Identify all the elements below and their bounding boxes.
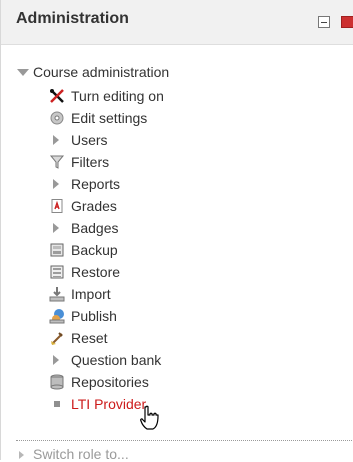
nav-item-label: Publish xyxy=(71,308,117,324)
block-title: Administration xyxy=(16,10,129,27)
nav-item-reports[interactable]: Reports xyxy=(49,174,349,196)
chevron-right-icon xyxy=(53,179,59,189)
bullet-icon xyxy=(54,401,60,407)
chevron-right-icon xyxy=(53,355,59,365)
chevron-down-icon[interactable] xyxy=(17,69,29,76)
nav-item-restore[interactable]: Restore xyxy=(49,262,349,284)
nav-item-backup[interactable]: Backup xyxy=(49,240,349,262)
hand-cursor-icon xyxy=(140,405,159,430)
publish-icon xyxy=(49,309,65,324)
administration-block: Administration Course administration Tur… xyxy=(0,0,353,462)
minimize-icon[interactable] xyxy=(318,16,330,28)
course-administration-node[interactable]: Course administration xyxy=(17,64,170,84)
nav-item-badges[interactable]: Badges xyxy=(49,218,349,240)
chevron-right-icon xyxy=(19,451,24,459)
nav-item-turn-editing-on[interactable]: Turn editing on xyxy=(49,86,349,108)
nav-item-label: Import xyxy=(71,286,111,302)
nav-item-reset[interactable]: Reset xyxy=(49,328,349,350)
repository-icon xyxy=(50,374,64,390)
reset-icon xyxy=(51,332,63,345)
nav-item-label: Reset xyxy=(71,330,108,346)
nav-item-users[interactable]: Users xyxy=(49,130,349,152)
dock-icon[interactable] xyxy=(341,16,353,28)
grades-icon xyxy=(51,199,63,213)
import-icon xyxy=(49,287,65,302)
nav-item-label: Backup xyxy=(71,242,118,258)
nav-item-repositories[interactable]: Repositories xyxy=(49,372,349,394)
nav-item-label: Badges xyxy=(71,220,119,236)
nav-item-label: Edit settings xyxy=(71,110,148,126)
nav-item-label: Filters xyxy=(71,154,110,170)
filter-icon xyxy=(49,155,65,169)
restore-icon xyxy=(50,265,64,279)
block-header: Administration xyxy=(1,0,353,45)
divider xyxy=(16,440,352,441)
nav-item-grades[interactable]: Grades xyxy=(49,196,349,218)
edit-icon xyxy=(50,89,64,103)
nav-item-label: Repositories xyxy=(71,374,149,390)
nav-item-label: Turn editing on xyxy=(71,88,164,104)
course-administration-label: Course administration xyxy=(33,64,170,80)
nav-item-label: Grades xyxy=(71,198,117,214)
nav-item-label: Users xyxy=(71,132,108,148)
nav-item-lti-provider[interactable]: LTI Provider xyxy=(49,394,349,416)
nav-item-import[interactable]: Import xyxy=(49,284,349,306)
nav-item-edit-settings[interactable]: Edit settings xyxy=(49,108,349,130)
nav-item-question-bank[interactable]: Question bank xyxy=(49,350,349,372)
chevron-right-icon xyxy=(53,223,59,233)
backup-icon xyxy=(50,243,64,257)
nav-item-publish[interactable]: Publish xyxy=(49,306,349,328)
nav-item-label: Reports xyxy=(71,176,121,192)
nav-item-label: Restore xyxy=(71,264,121,280)
chevron-right-icon xyxy=(53,135,59,145)
gear-icon xyxy=(50,111,64,125)
nav-item-label: Question bank xyxy=(71,352,162,368)
nav-item-filters[interactable]: Filters xyxy=(49,152,349,174)
